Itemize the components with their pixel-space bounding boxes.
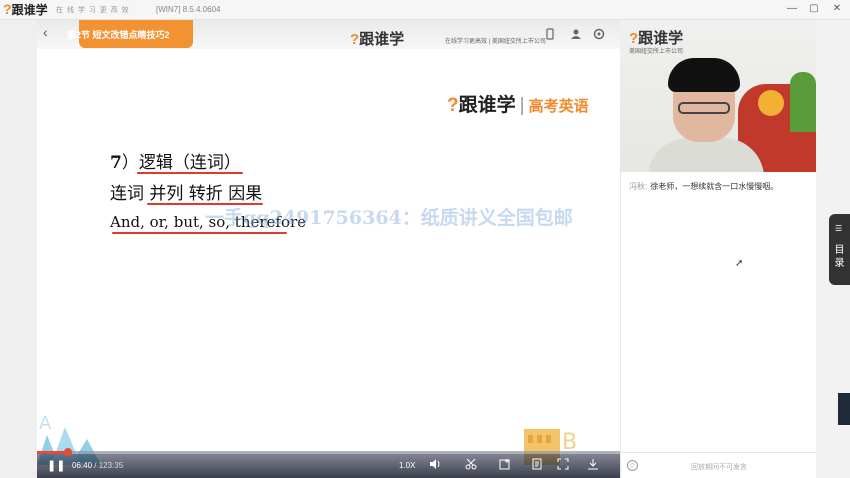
slide-top-logo: ?跟谁学 — [350, 31, 405, 48]
annotate-icon[interactable] — [499, 458, 511, 473]
player-topbar: ‹ 第2节 短文改错点睛技巧2 ?跟谁学 在线学习更高效 | 美国纽交所上市公司 — [37, 20, 620, 49]
brand-header: ?跟谁学 | 高考英语 — [447, 95, 589, 116]
progress-knob[interactable] — [64, 448, 73, 456]
settings-icon[interactable] — [593, 28, 605, 40]
video-player[interactable]: ‹ 第2节 短文改错点睛技巧2 ?跟谁学 在线学习更高效 | 美国纽交所上市公司… — [37, 20, 620, 478]
download-icon[interactable] — [587, 458, 599, 473]
app-slogan: 在 线 学 习 更 高 效 — [56, 7, 130, 14]
slide-connectors: 连词 并列 转折 因果 — [110, 184, 263, 204]
player-controls: ❚❚ 06:40 / 123:35 1.0X — [37, 448, 620, 478]
fullscreen-icon[interactable] — [557, 458, 569, 473]
mascot-figure — [758, 90, 784, 116]
back-button[interactable]: ‹ — [43, 24, 48, 40]
video-subtitle: 美国纽交所上市公司 — [629, 49, 684, 55]
teacher-hair — [668, 58, 740, 92]
slide-top-slogan: 在线学习更高效 | 美国纽交所上市公司 — [445, 39, 546, 45]
underline-mark — [137, 172, 243, 174]
toc-label: 目录 — [834, 245, 845, 269]
toc-tab[interactable]: ☰ 目录 — [829, 214, 850, 285]
volume-icon[interactable] — [429, 458, 441, 473]
slide-heading: 7）逻辑（连词） — [110, 153, 241, 173]
menu-icon: ☰ — [835, 224, 843, 233]
emoji-icon[interactable]: ☺ — [627, 460, 638, 471]
window-titlebar: ?跟谁学 在 线 学 习 更 高 效 [WIN7] 8.5.4.0604 — ▢… — [0, 0, 850, 20]
video-logo: ?跟谁学 — [629, 30, 684, 47]
minimize-button[interactable]: — — [785, 2, 799, 16]
progress-bar[interactable] — [37, 448, 620, 456]
maximize-button[interactable]: ▢ — [807, 2, 821, 16]
underline-mark — [112, 232, 287, 234]
lesson-tag: 第2节 短文改错点睛技巧2 — [67, 20, 193, 48]
side-handle[interactable] — [838, 393, 850, 425]
chat-panel: 冯秋: 徐老师，一想续就含一口水慢慢咽。 ☺ 回放期间不可发言 — [620, 172, 817, 478]
app-logo: ?跟谁学 — [3, 1, 48, 17]
speed-button[interactable]: 1.0X — [399, 461, 415, 470]
notes-icon[interactable] — [531, 458, 543, 473]
plant-background — [790, 72, 816, 132]
time-display: 06:40 / 123:35 — [72, 461, 124, 470]
teacher-glasses — [678, 102, 730, 114]
chat-disabled-notice: 回放期间不可发言 — [691, 464, 747, 471]
chat-input-bar: ☺ 回放期间不可发言 — [621, 452, 817, 478]
share-icon[interactable] — [544, 28, 556, 40]
close-button[interactable]: ✕ — [830, 2, 844, 16]
chat-message: 冯秋: 徐老师，一想续就含一口水慢慢咽。 — [629, 182, 779, 191]
teacher-video: ?跟谁学 美国纽交所上市公司 — [620, 20, 816, 172]
clip-icon[interactable] — [465, 458, 477, 473]
watermark-text: 一手qq2491756364：纸质讲义全国包邮 — [205, 207, 573, 229]
person-icon[interactable] — [570, 28, 582, 40]
mouse-cursor-icon: ➚ — [735, 258, 744, 269]
lesson-title: 第2节 短文改错点睛技巧2 — [67, 30, 170, 40]
svg-text:A: A — [39, 413, 52, 434]
app-version: [WIN7] 8.5.4.0604 — [156, 5, 221, 14]
pause-button[interactable]: ❚❚ — [47, 459, 65, 472]
